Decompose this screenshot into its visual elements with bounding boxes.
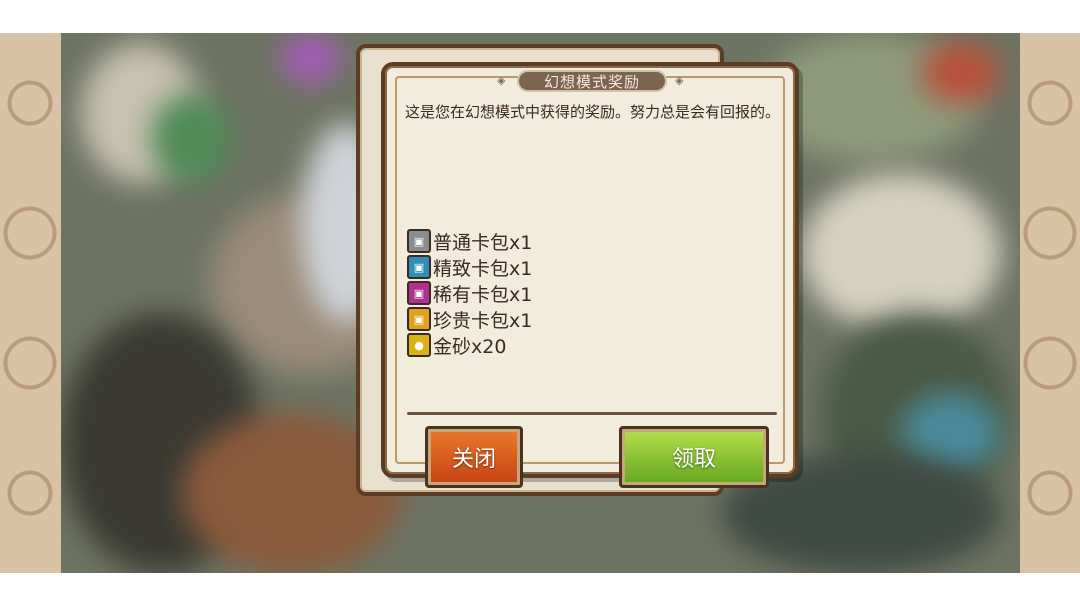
precious-card-pack-icon: ▣ [407,307,431,331]
reward-item: ▣ 珍贵卡包x1 [407,306,532,332]
reward-item: ▣ 稀有卡包x1 [407,280,532,306]
reward-label: 珍贵卡包x1 [433,309,533,332]
claim-button-label: 领取 [671,447,716,472]
claim-button[interactable]: 领取 [619,426,769,488]
reward-item: ▣ 普通卡包x1 [407,228,532,254]
reward-label: 金砂x20 [433,335,507,358]
title-ornament-right-icon: ◈ [675,74,684,87]
rare-card-pack-icon: ▣ [407,281,431,305]
reward-label: 精致卡包x1 [433,257,533,280]
dialog-description: 这是您在幻想模式中获得的奖励。努力总是会有回报的。 [405,103,781,121]
gold-sand-icon: ● [407,333,431,357]
dialog-title-bar: 幻想模式奖励 [517,70,667,92]
title-ornament-left-icon: ◈ [497,74,506,87]
reward-item: ● 金砂x20 [407,332,532,358]
common-card-pack-icon: ▣ [407,229,431,253]
reward-dialog: ◈ 幻想模式奖励 ◈ 这是您在幻想模式中获得的奖励。努力总是会有回报的。 ▣ 普… [381,62,799,488]
reward-item: ▣ 精致卡包x1 [407,254,532,280]
reward-label: 稀有卡包x1 [433,283,533,306]
left-ornament-panel [0,33,61,573]
close-button-label: 关闭 [451,447,496,472]
close-button[interactable]: 关闭 [425,426,523,488]
reward-list: ▣ 普通卡包x1 ▣ 精致卡包x1 ▣ 稀有卡包x1 ▣ 珍贵卡包x1 ● 金砂… [407,228,532,358]
dialog-divider [407,412,777,415]
dialog-title: 幻想模式奖励 [543,72,640,91]
reward-label: 普通卡包x1 [433,231,533,254]
right-ornament-panel [1020,33,1080,573]
fine-card-pack-icon: ▣ [407,255,431,279]
